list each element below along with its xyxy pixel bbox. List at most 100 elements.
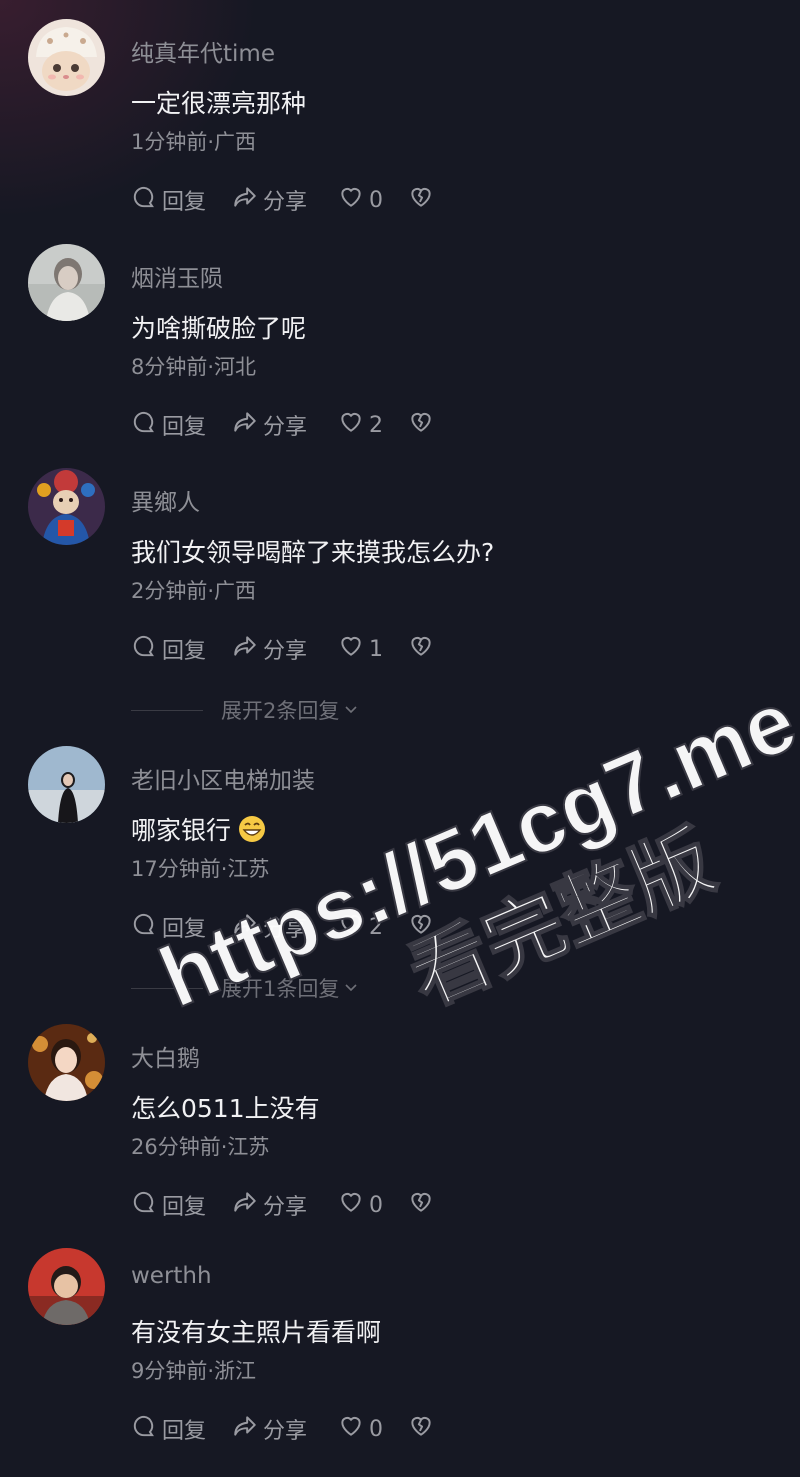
share-label: 分享: [263, 1195, 308, 1220]
like-button[interactable]: 1: [338, 633, 408, 665]
avatar[interactable]: [28, 1248, 105, 1325]
username[interactable]: 烟消玉陨: [131, 259, 223, 293]
expand-replies-button[interactable]: 展开2条回复: [131, 695, 359, 725]
reply-button[interactable]: 回复: [131, 184, 232, 216]
reply-label: 回复: [162, 1195, 207, 1220]
share-arrow-icon: [232, 409, 263, 441]
dislike-button[interactable]: [408, 911, 434, 943]
reply-label: 回复: [162, 1419, 207, 1444]
like-count: 0: [369, 1416, 383, 1442]
share-arrow-icon: [232, 1413, 263, 1445]
share-label: 分享: [263, 639, 308, 664]
reply-button[interactable]: 回复: [131, 633, 232, 665]
avatar[interactable]: [28, 746, 105, 823]
watermark-overlay: https://51cg7.me 看完整版: [0, 0, 800, 1477]
heart-icon: [338, 409, 369, 441]
chat-bubble-icon: [131, 1413, 162, 1445]
broken-heart-icon: [408, 184, 434, 216]
action-bar: 回复 分享 1: [131, 634, 434, 664]
share-button[interactable]: 分享: [232, 1413, 338, 1445]
share-button[interactable]: 分享: [232, 184, 338, 216]
chat-bubble-icon: [131, 633, 162, 665]
chat-bubble-icon: [131, 409, 162, 441]
reply-label: 回复: [162, 639, 207, 664]
reply-label: 回复: [162, 415, 207, 440]
share-button[interactable]: 分享: [232, 633, 338, 665]
reply-button[interactable]: 回复: [131, 1189, 232, 1221]
dislike-button[interactable]: [408, 1413, 434, 1445]
comment-text-value: 哪家银行: [131, 816, 232, 845]
comment-meta: 1分钟前·广西: [131, 130, 257, 154]
username[interactable]: 纯真年代time: [131, 34, 275, 68]
expand-replies-label: 展开2条回复: [221, 699, 340, 723]
share-label: 分享: [263, 1419, 308, 1444]
broken-heart-icon: [408, 911, 434, 943]
reply-button[interactable]: 回复: [131, 409, 232, 441]
heart-icon: [338, 184, 369, 216]
dislike-button[interactable]: [408, 1189, 434, 1221]
like-count: 2: [369, 412, 383, 438]
comment-text: 一定很漂亮那种: [131, 89, 307, 118]
avatar[interactable]: [28, 468, 105, 545]
grin-emoji-icon: [237, 814, 267, 844]
like-button[interactable]: 0: [338, 1413, 408, 1445]
reply-label: 回复: [162, 917, 207, 942]
comment-meta: 17分钟前·江苏: [131, 857, 270, 881]
reply-button[interactable]: 回复: [131, 1413, 232, 1445]
username[interactable]: 異鄉人: [131, 483, 200, 517]
heart-icon: [338, 633, 369, 665]
avatar[interactable]: [28, 1024, 105, 1101]
like-count: 0: [369, 187, 383, 213]
broken-heart-icon: [408, 1189, 434, 1221]
divider-line: [131, 709, 203, 711]
dislike-button[interactable]: [408, 409, 434, 441]
like-count: 2: [369, 914, 383, 940]
comment-text: 怎么0511上没有: [131, 1094, 320, 1123]
heart-icon: [338, 1189, 369, 1221]
comment-text: 为啥撕破脸了呢: [131, 314, 307, 343]
avatar[interactable]: [28, 244, 105, 321]
username[interactable]: 老旧小区电梯加装: [131, 761, 315, 795]
chat-bubble-icon: [131, 911, 162, 943]
username[interactable]: werthh: [131, 1263, 212, 1289]
share-label: 分享: [263, 917, 308, 942]
dislike-button[interactable]: [408, 633, 434, 665]
share-button[interactable]: 分享: [232, 1189, 338, 1221]
action-bar: 回复 分享 2: [131, 912, 434, 942]
like-button[interactable]: 0: [338, 184, 408, 216]
chevron-down-icon: [339, 976, 359, 1000]
heart-icon: [338, 1413, 369, 1445]
dislike-button[interactable]: [408, 184, 434, 216]
comment-text: 我们女领导喝醉了来摸我怎么办?: [131, 538, 495, 567]
chevron-down-icon: [339, 698, 359, 722]
action-bar: 回复 分享 2: [131, 410, 434, 440]
like-button[interactable]: 2: [338, 911, 408, 943]
comment-meta: 8分钟前·河北: [131, 355, 257, 379]
like-button[interactable]: 0: [338, 1189, 408, 1221]
reply-label: 回复: [162, 190, 207, 215]
share-arrow-icon: [232, 184, 263, 216]
watermark-caption: 看完整版: [396, 813, 727, 1024]
chat-bubble-icon: [131, 1189, 162, 1221]
share-arrow-icon: [232, 911, 263, 943]
expand-replies-button[interactable]: 展开1条回复: [131, 973, 359, 1003]
action-bar: 回复 分享 0: [131, 1190, 434, 1220]
share-label: 分享: [263, 415, 308, 440]
share-button[interactable]: 分享: [232, 409, 338, 441]
expand-replies-label: 展开1条回复: [221, 977, 340, 1001]
reply-button[interactable]: 回复: [131, 911, 232, 943]
chat-bubble-icon: [131, 184, 162, 216]
action-bar: 回复 分享 0: [131, 1414, 434, 1444]
comment-meta: 2分钟前·广西: [131, 579, 257, 603]
broken-heart-icon: [408, 1413, 434, 1445]
comment-text: 有没有女主照片看看啊: [131, 1318, 382, 1347]
action-bar: 回复 分享 0: [131, 185, 434, 215]
share-label: 分享: [263, 190, 308, 215]
like-button[interactable]: 2: [338, 409, 408, 441]
comment-meta: 26分钟前·江苏: [131, 1135, 270, 1159]
like-count: 0: [369, 1192, 383, 1218]
username[interactable]: 大白鹅: [131, 1039, 200, 1073]
avatar[interactable]: [28, 19, 105, 96]
like-count: 1: [369, 636, 383, 662]
share-button[interactable]: 分享: [232, 911, 338, 943]
